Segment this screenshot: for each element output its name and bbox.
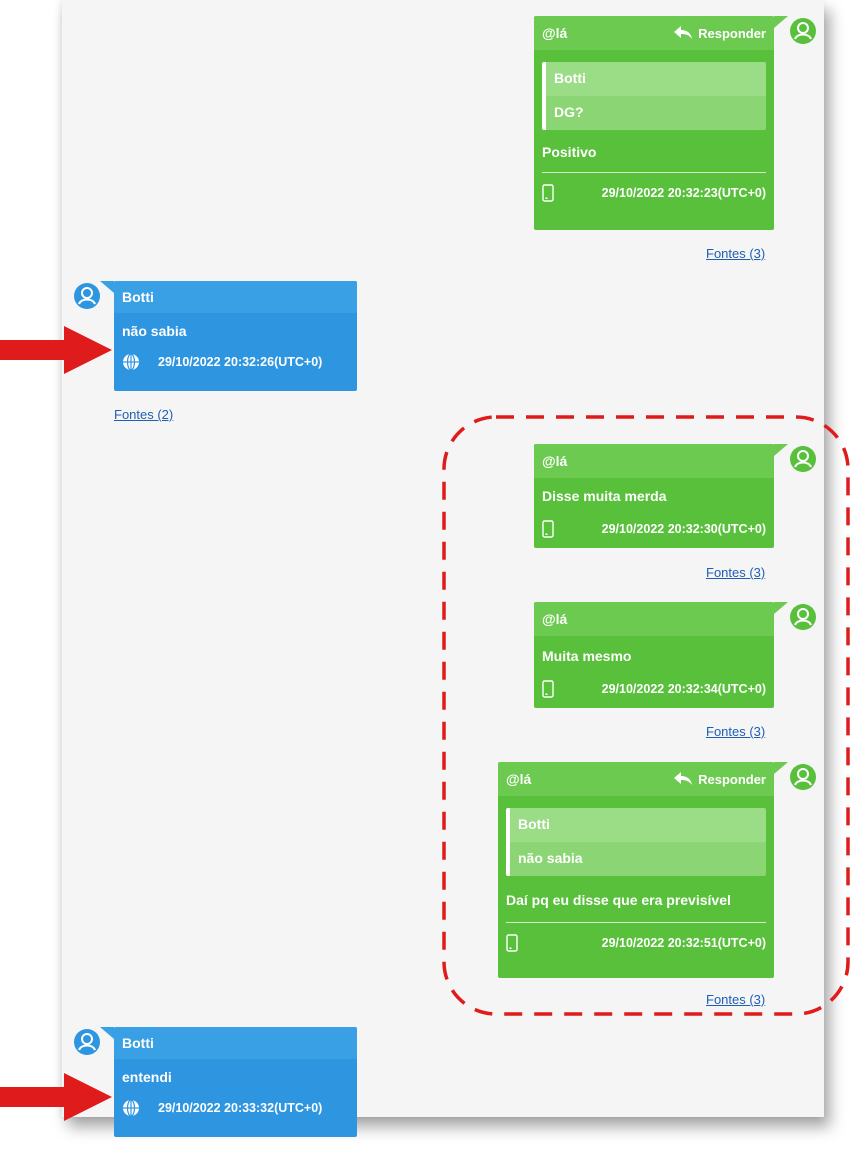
user-icon	[78, 287, 96, 305]
timestamp: 29/10/2022 20:32:26(UTC+0)	[158, 355, 323, 369]
message-bubble-received[interactable]: Botti não sabia 29/10/2022 20:32:26(UTC+…	[114, 281, 357, 391]
bubble-tail	[100, 281, 114, 293]
globe-icon	[123, 1099, 139, 1117]
message-text: Positivo	[542, 144, 597, 160]
sender-name: Botti	[122, 289, 154, 305]
avatar	[74, 1029, 100, 1055]
avatar	[790, 18, 816, 44]
reply-label: Responder	[698, 25, 766, 41]
quoted-message[interactable]: Botti DG?	[542, 62, 766, 130]
bubble-tail	[100, 1027, 114, 1039]
reply-icon	[674, 26, 693, 39]
quoted-sender: Botti	[546, 62, 766, 96]
message-footer: 29/10/2022 20:33:32(UTC+0)	[114, 1093, 357, 1123]
user-icon	[78, 1033, 96, 1051]
quoted-text: DG?	[546, 96, 766, 130]
reply-button[interactable]: Responder	[674, 26, 766, 41]
dashed-highlight-annotation	[442, 415, 850, 1016]
message-footer: 29/10/2022 20:32:23(UTC+0)	[534, 173, 774, 213]
bubble-tail	[774, 16, 788, 28]
message-header: @lá Responder	[534, 16, 774, 50]
sender-name: Botti	[122, 1035, 154, 1051]
timestamp: 29/10/2022 20:32:23(UTC+0)	[601, 186, 766, 200]
message-footer: 29/10/2022 20:32:26(UTC+0)	[114, 347, 357, 377]
sender-name: @lá	[542, 25, 568, 41]
message-header: Botti	[114, 1027, 357, 1059]
message-bubble-received[interactable]: Botti entendi 29/10/2022 20:33:32(UTC+0)	[114, 1027, 357, 1137]
avatar	[74, 283, 100, 309]
message-text: entendi	[122, 1069, 172, 1085]
globe-icon	[123, 353, 139, 371]
timestamp: 29/10/2022 20:33:32(UTC+0)	[158, 1101, 323, 1115]
sources-link[interactable]: Fontes (3)	[706, 246, 765, 261]
message-text: não sabia	[122, 323, 187, 339]
arrow-annotation-icon	[0, 1073, 112, 1121]
message-bubble-sent[interactable]: @lá Responder Botti DG? Positivo 29/10/2…	[534, 16, 774, 230]
sources-link[interactable]: Fontes (2)	[114, 407, 173, 422]
user-icon	[794, 22, 812, 40]
message-header: Botti	[114, 281, 357, 313]
phone-icon	[542, 184, 554, 202]
arrow-annotation-icon	[0, 326, 112, 374]
